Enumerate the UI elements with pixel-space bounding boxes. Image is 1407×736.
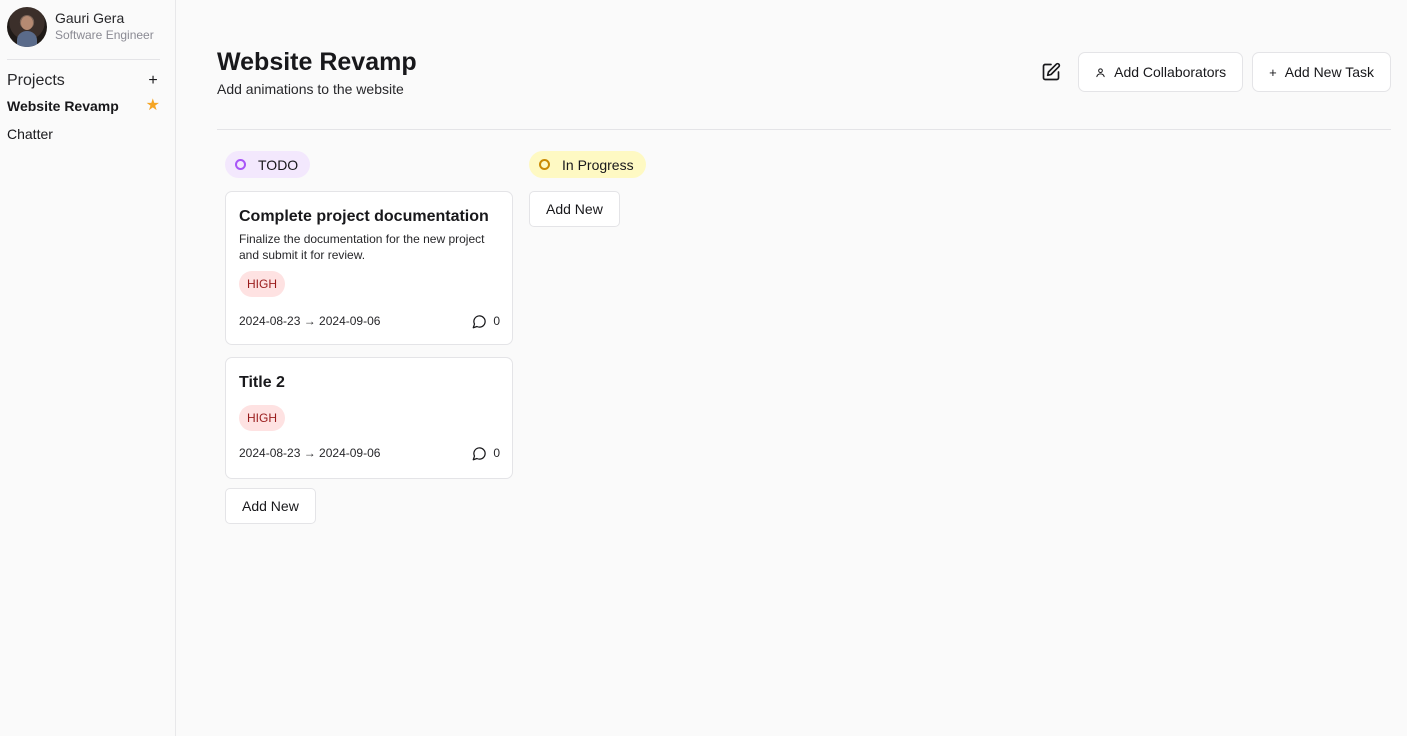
comment-count: 0 <box>493 446 500 460</box>
add-new-task-todo-button[interactable]: Add New <box>225 488 316 524</box>
page-header: Website Revamp Add animations to the web… <box>217 0 1391 130</box>
comments-button[interactable]: 0 <box>472 446 500 461</box>
header-actions: Add Collaborators + Add New Task <box>1036 52 1391 92</box>
status-label: TODO <box>258 156 299 173</box>
task-title: Complete project documentation <box>239 208 489 225</box>
add-new-task-label: Add New Task <box>1284 64 1374 80</box>
add-collaborators-label: Add Collaborators <box>1114 64 1227 80</box>
sidebar-divider <box>7 59 160 60</box>
app-root: Gauri Gera Software Engineer Projects + … <box>0 0 1407 736</box>
task-dates: 2024-08-23 → 2024-09-06 <box>239 314 381 328</box>
edit-button[interactable] <box>1036 57 1066 87</box>
avatar <box>7 6 47 47</box>
task-footer: 2024-08-23 → 2024-09-06 0 <box>239 311 500 331</box>
sidebar-item-chatter[interactable]: Chatter <box>7 120 160 148</box>
sidebar-item-label: Chatter <box>7 126 53 142</box>
status-badge-todo: TODO <box>225 151 311 178</box>
profile-text: Gauri Gera Software Engineer <box>55 10 154 43</box>
add-project-icon[interactable]: + <box>146 73 160 89</box>
projects-title: Projects <box>7 72 65 89</box>
sidebar-item-website-revamp[interactable]: Website Revamp ★ <box>7 92 160 120</box>
star-icon[interactable]: ★ <box>146 98 160 114</box>
comment-icon <box>472 446 487 460</box>
projects-header: Projects + <box>7 70 160 92</box>
comments-button[interactable]: 0 <box>472 314 500 329</box>
user-profile[interactable]: Gauri Gera Software Engineer <box>7 6 160 47</box>
main-content: Website Revamp Add animations to the web… <box>176 0 1407 736</box>
add-collaborators-button[interactable]: Add Collaborators <box>1078 52 1244 92</box>
status-dot-icon <box>235 159 246 170</box>
task-description: Finalize the documentation for the new p… <box>239 232 485 262</box>
priority-badge: HIGH <box>239 405 285 431</box>
add-new-task-in-progress-button[interactable]: Add New <box>529 191 620 227</box>
priority-badge: HIGH <box>239 271 285 297</box>
status-dot-icon <box>539 159 550 170</box>
task-footer: 2024-08-23 → 2024-09-06 0 <box>239 443 500 463</box>
page-title: Website Revamp <box>217 48 417 76</box>
kanban-board: TODO Complete project documentation Fina… <box>217 130 1391 524</box>
user-icon <box>1095 67 1106 78</box>
comment-count: 0 <box>493 314 500 328</box>
column-in-progress: In Progress Add New <box>529 151 817 524</box>
task-dates: 2024-08-23 → 2024-09-06 <box>239 446 381 460</box>
edit-icon <box>1042 62 1061 81</box>
sidebar-item-label: Website Revamp <box>7 98 119 114</box>
profile-role: Software Engineer <box>55 28 154 42</box>
status-label: In Progress <box>562 156 634 173</box>
sidebar: Gauri Gera Software Engineer Projects + … <box>0 0 176 736</box>
profile-name: Gauri Gera <box>55 10 125 26</box>
page-subtitle: Add animations to the website <box>217 81 404 97</box>
task-card[interactable]: Title 2 HIGH 2024-08-23 → 2024-09-06 0 <box>225 357 513 479</box>
plus-icon: + <box>1269 64 1277 80</box>
status-badge-in-progress: In Progress <box>529 151 646 178</box>
column-todo: TODO Complete project documentation Fina… <box>225 151 513 524</box>
comment-icon <box>472 314 487 328</box>
task-card[interactable]: Complete project documentation Finalize … <box>225 191 513 345</box>
add-new-task-button[interactable]: + Add New Task <box>1252 52 1391 92</box>
title-block: Website Revamp Add animations to the web… <box>217 48 417 97</box>
task-title: Title 2 <box>239 374 285 391</box>
